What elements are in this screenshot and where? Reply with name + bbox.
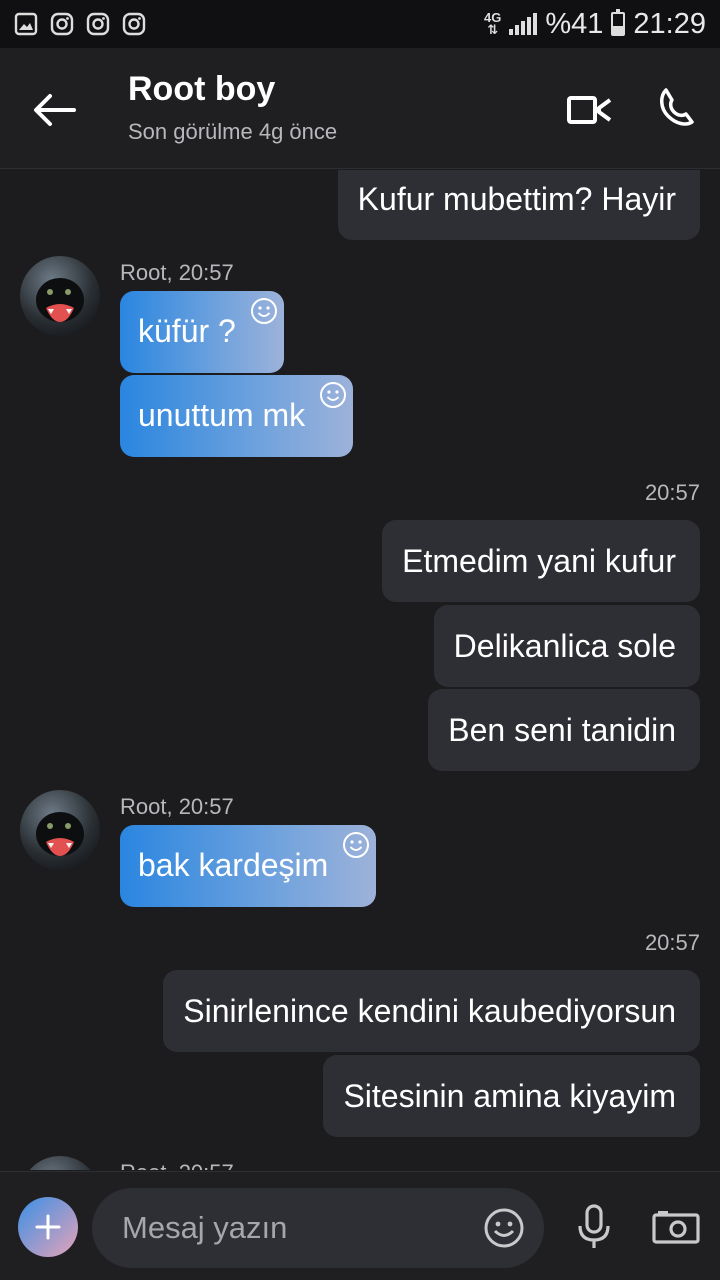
avatar[interactable] (20, 1156, 100, 1170)
message-text: bak kardeşim (138, 847, 329, 883)
outgoing-message[interactable]: Ben seni tanidin (428, 689, 700, 771)
instagram-icon (122, 12, 146, 36)
message-input[interactable] (122, 1188, 472, 1268)
outgoing-message[interactable]: Sinirlenince kendini kaubediyorsun (163, 970, 700, 1052)
sender-timestamp: Root, 20:57 (120, 1160, 234, 1170)
avatar[interactable] (20, 256, 100, 336)
message-list[interactable]: Kufur mubettim? Hayir Root, 20:57 küfür … (0, 170, 720, 1170)
reaction-smiley-icon[interactable] (250, 297, 278, 325)
sender-timestamp: Root, 20:57 (120, 794, 234, 819)
network-type: 4G ⇅ (484, 10, 502, 37)
reaction-smiley-icon[interactable] (319, 381, 347, 409)
signal-icon (509, 13, 538, 35)
camera-icon[interactable] (652, 1210, 700, 1244)
incoming-message[interactable]: bak kardeşim (120, 825, 377, 907)
panther-avatar-icon (36, 278, 84, 322)
outgoing-message[interactable]: Kufur mubettim? Hayir (337, 170, 700, 240)
panther-avatar-icon (36, 812, 84, 856)
incoming-message[interactable]: unuttum mk (120, 375, 354, 457)
reaction-smiley-icon[interactable] (342, 831, 370, 859)
contact-name: Root boy (128, 70, 276, 108)
avatar[interactable] (20, 790, 100, 870)
outgoing-message[interactable]: Sitesinin amina kiyayim (323, 1055, 700, 1137)
last-seen-status: Son görülme 4g önce (128, 119, 338, 144)
video-call-icon[interactable] (566, 90, 612, 130)
message-text: Ben seni tanidin (448, 712, 676, 748)
notification-icons (14, 12, 146, 36)
incoming-message[interactable]: küfür ? (120, 291, 284, 373)
gallery-icon (14, 12, 38, 36)
plus-icon (35, 1214, 61, 1240)
message-timestamp: 20:57 (644, 930, 700, 955)
instagram-icon (50, 12, 74, 36)
message-text: Delikanlica sole (453, 628, 676, 664)
phone-call-icon[interactable] (656, 86, 696, 130)
clock: 21:29 (633, 7, 706, 40)
add-attachment-button[interactable] (18, 1197, 78, 1257)
sender-timestamp: Root, 20:57 (120, 260, 234, 285)
message-input-wrapper (92, 1188, 544, 1268)
message-composer (0, 1171, 720, 1280)
outgoing-message[interactable]: Etmedim yani kufur (382, 520, 700, 602)
outgoing-message[interactable]: Delikanlica sole (433, 605, 700, 687)
message-text: unuttum mk (138, 397, 306, 433)
chat-header: Root boy Son görülme 4g önce (0, 48, 720, 169)
battery-percent: %41 (545, 7, 604, 40)
instagram-icon (86, 12, 110, 36)
contact-info[interactable]: Root boy Son görülme 4g önce (128, 70, 337, 145)
back-arrow-icon[interactable] (30, 90, 78, 130)
microphone-icon[interactable] (574, 1204, 614, 1250)
emoji-icon[interactable] (482, 1206, 526, 1250)
status-bar: 4G ⇅ %41 21:29 (0, 0, 720, 48)
message-text: Sitesinin amina kiyayim (343, 1078, 676, 1114)
message-text: Etmedim yani kufur (402, 543, 676, 579)
message-text: Sinirlenince kendini kaubediyorsun (183, 993, 676, 1029)
message-text: küfür ? (138, 313, 236, 349)
battery-icon (611, 9, 626, 36)
message-text: Kufur mubettim? Hayir (357, 181, 676, 217)
message-timestamp: 20:57 (644, 480, 700, 505)
